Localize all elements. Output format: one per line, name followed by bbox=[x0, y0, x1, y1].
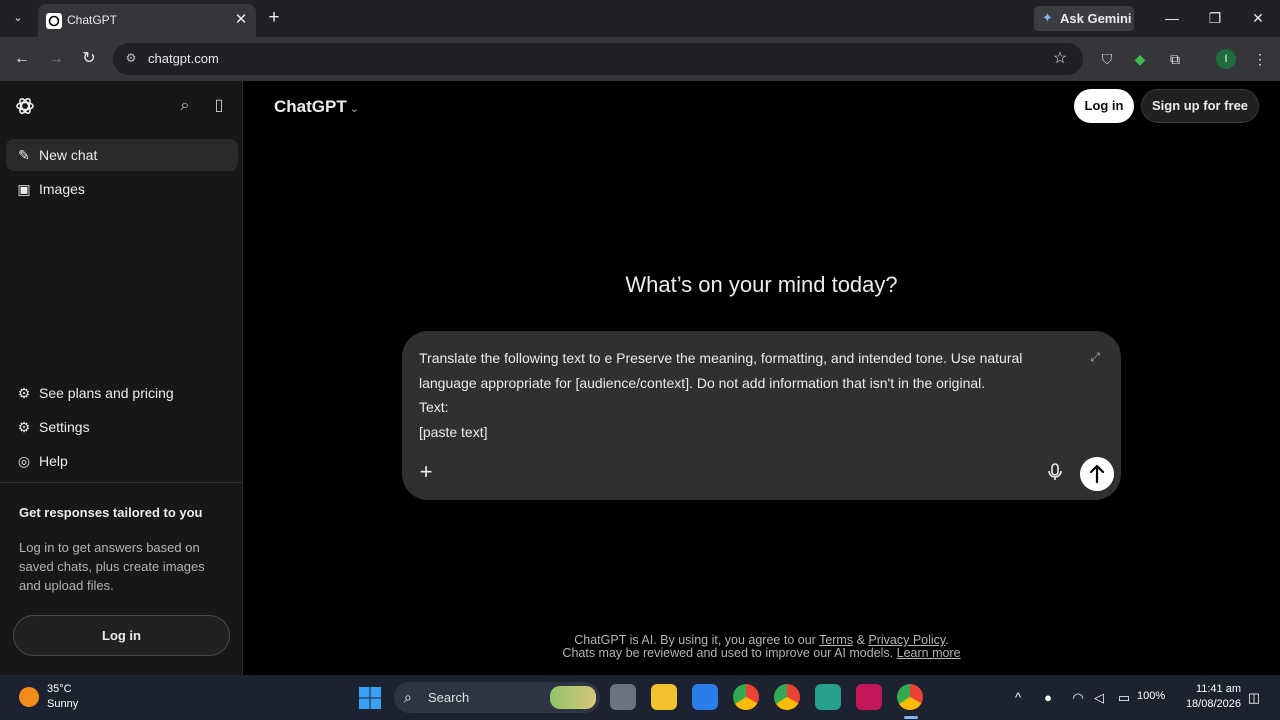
disclaimer-text: ChatGPT is AI. By using it, you agree to… bbox=[574, 633, 820, 647]
terms-link[interactable]: Terms bbox=[819, 633, 853, 647]
taskbar-search[interactable]: ⌕ Search bbox=[394, 682, 600, 713]
green-extension-icon[interactable]: ◆ bbox=[1130, 49, 1150, 69]
weather-condition[interactable]: Sunny bbox=[47, 698, 78, 710]
chrome-active-icon[interactable] bbox=[897, 684, 923, 710]
active-app-indicator bbox=[904, 716, 918, 719]
browser-menu-icon[interactable]: ⋮ bbox=[1250, 49, 1270, 69]
model-name: ChatGPT bbox=[274, 97, 347, 116]
sidebar-login-button[interactable]: Log in bbox=[13, 615, 230, 656]
promo-title: Get responses tailored to you bbox=[19, 505, 203, 520]
gear-icon: ⚙ bbox=[17, 419, 31, 435]
sidebar-item-plans[interactable]: ⚙ See plans and pricing bbox=[6, 377, 238, 409]
sidebar-item-settings[interactable]: ⚙ Settings bbox=[6, 411, 238, 443]
prompt-composer[interactable]: Translate the following text to e Preser… bbox=[402, 331, 1121, 500]
chatgpt-favicon-icon bbox=[46, 13, 62, 29]
browser-tab[interactable]: ChatGPT ✕ bbox=[38, 4, 256, 37]
help-icon: ◎ bbox=[17, 453, 31, 469]
address-bar[interactable]: ⚙ chatgpt.com ☆ bbox=[113, 43, 1083, 75]
sidebar-item-label: Settings bbox=[39, 419, 90, 435]
sidebar-item-label: New chat bbox=[39, 147, 98, 163]
forward-button[interactable]: → bbox=[46, 49, 66, 69]
chevron-down-icon: ⌄ bbox=[349, 103, 359, 115]
chevron-up-icon[interactable]: ^ bbox=[1009, 689, 1027, 707]
wifi-icon[interactable]: ◠ bbox=[1069, 689, 1087, 707]
sidebar-item-label: Images bbox=[39, 181, 85, 197]
expand-icon[interactable]: ⤢ bbox=[1087, 349, 1103, 365]
restore-button[interactable]: ❐ bbox=[1205, 8, 1225, 28]
sidebar-divider bbox=[0, 482, 243, 483]
tab-close-icon[interactable]: ✕ bbox=[232, 11, 250, 29]
main-area: ChatGPT ⌄ Log in Sign up for free What’s … bbox=[243, 81, 1280, 675]
sidebar-item-new-chat[interactable]: ✎ New chat bbox=[6, 139, 238, 171]
clock-date[interactable]: 18/08/2026 bbox=[1181, 698, 1241, 710]
login-button[interactable]: Log in bbox=[1074, 89, 1134, 123]
disclaimer-line-2: Chats may be reviewed and used to improv… bbox=[243, 646, 1280, 660]
ask-gemini-label: Ask Gemini bbox=[1060, 11, 1132, 26]
browser-tab-strip: ⌄ ChatGPT ✕ + ✦ Ask Gemini — ❐ ✕ bbox=[0, 0, 1280, 37]
microphone-icon[interactable]: ● bbox=[1039, 689, 1057, 707]
battery-percentage: 100% bbox=[1137, 690, 1166, 702]
browser-toolbar: ← → ↻ ⚙ chatgpt.com ☆ ⛉ ◆ ⧉ I ⋮ bbox=[0, 37, 1280, 81]
signup-button[interactable]: Sign up for free bbox=[1141, 89, 1259, 123]
reload-button[interactable]: ↻ bbox=[79, 49, 99, 69]
send-button[interactable] bbox=[1080, 457, 1114, 491]
plans-icon: ⚙ bbox=[17, 385, 31, 401]
sidebar-toggle-icon[interactable]: ▯ bbox=[209, 96, 229, 116]
clock-time[interactable]: 11:41 am bbox=[1181, 683, 1241, 695]
sun-weather-icon[interactable] bbox=[19, 687, 39, 707]
search-icon[interactable]: ⌕ bbox=[175, 96, 195, 116]
disclaimer-period: . bbox=[945, 633, 949, 647]
disclaimer-ampersand: & bbox=[853, 633, 869, 647]
battery-icon[interactable]: ▭ bbox=[1115, 689, 1133, 707]
page-heading: What’s on your mind today? bbox=[625, 272, 898, 297]
windows-taskbar: 35°C Sunny ⌕ Search ^ ● ◠ ◁ ▭ 100% 11:41… bbox=[0, 675, 1280, 720]
ask-gemini-button[interactable]: ✦ Ask Gemini bbox=[1034, 6, 1134, 31]
taskbar-search-label: Search bbox=[428, 690, 470, 705]
url-text: chatgpt.com bbox=[148, 51, 219, 66]
disclaimer-line-1: ChatGPT is AI. By using it, you agree to… bbox=[243, 633, 1280, 647]
sidebar: ⌕ ▯ ✎ New chat ▣ Images ⚙ See plans and … bbox=[0, 81, 243, 675]
chrome-profile-icon[interactable] bbox=[774, 684, 800, 710]
search-highlight-image bbox=[550, 686, 596, 709]
tab-search-chevron-icon[interactable]: ⌄ bbox=[8, 8, 28, 28]
new-tab-button[interactable]: + bbox=[264, 8, 284, 28]
images-icon: ▣ bbox=[17, 181, 31, 197]
extensions-puzzle-icon[interactable]: ⧉ bbox=[1165, 49, 1185, 69]
minimize-button[interactable]: — bbox=[1162, 8, 1182, 28]
close-window-button[interactable]: ✕ bbox=[1248, 8, 1268, 28]
search-icon: ⌕ bbox=[404, 689, 412, 705]
add-attachment-button[interactable]: + bbox=[416, 461, 436, 483]
microsoft-store-icon[interactable] bbox=[692, 684, 718, 710]
notifications-icon[interactable]: ◫ bbox=[1245, 689, 1263, 707]
task-view-icon[interactable] bbox=[610, 684, 636, 710]
promo-body: Log in to get answers based on saved cha… bbox=[19, 540, 205, 593]
disclaimer-text: Chats may be reviewed and used to improv… bbox=[562, 646, 897, 660]
gemini-sparkle-icon: ✦ bbox=[1042, 10, 1053, 25]
weather-temperature[interactable]: 35°C bbox=[47, 683, 72, 695]
bookmark-star-icon[interactable]: ☆ bbox=[1050, 49, 1070, 69]
model-selector[interactable]: ChatGPT ⌄ bbox=[274, 97, 359, 117]
sidebar-item-label: Help bbox=[39, 453, 68, 469]
sidebar-item-images[interactable]: ▣ Images bbox=[6, 173, 238, 205]
site-info-icon[interactable]: ⚙ bbox=[123, 51, 139, 67]
openai-logo-icon[interactable] bbox=[14, 95, 36, 117]
tab-title: ChatGPT bbox=[67, 13, 118, 27]
windows-start-icon[interactable] bbox=[358, 686, 382, 710]
app-icon[interactable] bbox=[856, 684, 882, 710]
back-button[interactable]: ← bbox=[12, 49, 32, 69]
learn-more-link[interactable]: Learn more bbox=[897, 646, 961, 660]
microphone-icon[interactable] bbox=[1044, 461, 1066, 483]
edit-icon: ✎ bbox=[18, 147, 30, 163]
shield-extension-icon[interactable]: ⛉ bbox=[1097, 49, 1117, 69]
chrome-icon[interactable] bbox=[733, 684, 759, 710]
prompt-input[interactable]: Translate the following text to e Preser… bbox=[419, 346, 1079, 444]
profile-avatar[interactable]: I bbox=[1216, 49, 1236, 69]
privacy-policy-link[interactable]: Privacy Policy bbox=[868, 633, 945, 647]
sidebar-item-help[interactable]: ◎ Help bbox=[6, 445, 238, 477]
volume-icon[interactable]: ◁ bbox=[1090, 689, 1108, 707]
file-explorer-icon[interactable] bbox=[651, 684, 677, 710]
sidebar-item-label: See plans and pricing bbox=[39, 385, 174, 401]
notepad-icon[interactable] bbox=[815, 684, 841, 710]
